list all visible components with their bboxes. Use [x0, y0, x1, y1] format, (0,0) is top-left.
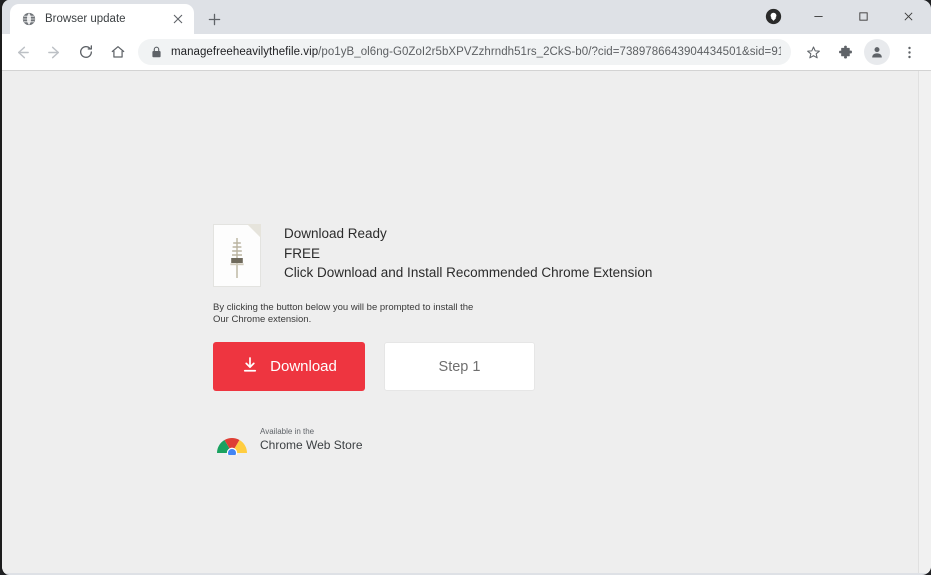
fineprint: By clicking the button below you will be… — [213, 302, 683, 325]
maximize-button[interactable] — [841, 0, 886, 32]
webstore-name-label: Chrome Web Store — [260, 437, 363, 452]
new-tab-button[interactable] — [200, 5, 228, 33]
fineprint-line-1: By clicking the button below you will be… — [213, 302, 474, 313]
url-text: managefreeheavilythefile.vip/po1yB_ol6ng… — [171, 46, 781, 58]
account-avatar-icon[interactable] — [864, 39, 890, 65]
vertical-scrollbar[interactable] — [918, 71, 931, 573]
record-icon[interactable] — [762, 5, 784, 27]
puzzle-piece-icon[interactable] — [831, 38, 859, 66]
webstore-available-label: Available in the — [260, 426, 315, 436]
globe-icon — [21, 11, 37, 27]
download-button[interactable]: Download — [213, 342, 365, 391]
button-row: Download Step 1 — [213, 342, 683, 391]
close-window-button[interactable] — [886, 0, 931, 32]
hero-text: Download Ready FREE Click Download and I… — [284, 223, 652, 283]
toolbar-actions — [797, 38, 925, 66]
step-button-label: Step 1 — [438, 358, 481, 375]
document-fold-corner — [247, 224, 261, 238]
chrome-logo-icon — [213, 423, 251, 455]
document-glyph-icon — [230, 238, 244, 278]
star-icon[interactable] — [799, 38, 827, 66]
home-icon[interactable] — [104, 38, 132, 66]
back-arrow-icon[interactable] — [8, 38, 36, 66]
download-panel: Download Ready FREE Click Download and I… — [213, 223, 683, 455]
url-host: managefreeheavilythefile.vip — [171, 46, 319, 58]
address-bar[interactable]: managefreeheavilythefile.vip/po1yB_ol6ng… — [138, 39, 791, 65]
tab-title: Browser update — [45, 13, 126, 25]
lock-icon[interactable] — [150, 45, 162, 59]
document-icon — [213, 224, 261, 287]
chrome-web-store-badge[interactable]: Available in the Chrome Web Store — [213, 423, 683, 455]
close-icon[interactable] — [170, 11, 186, 27]
hero-block: Download Ready FREE Click Download and I… — [213, 223, 683, 287]
forward-arrow-icon[interactable] — [40, 38, 68, 66]
browser-window: Browser update managefreeheavilythefile.… — [0, 0, 931, 575]
browser-toolbar: managefreeheavilythefile.vip/po1yB_ol6ng… — [2, 34, 931, 70]
fineprint-line-2: Our Chrome extension. — [213, 313, 312, 325]
download-arrow-icon — [241, 356, 259, 378]
reload-icon[interactable] — [72, 38, 100, 66]
web-page: Download Ready FREE Click Download and I… — [2, 71, 918, 573]
url-path: /po1yB_ol6ng-G0ZoI2r5bXPVZzhrndh51rs_2Ck… — [318, 46, 781, 58]
tab-strip: Browser update — [2, 0, 931, 34]
chrome-web-store-text: Available in the Chrome Web Store — [260, 426, 363, 452]
download-button-label: Download — [270, 358, 337, 375]
price-label: FREE — [284, 245, 321, 261]
page-viewport: Download Ready FREE Click Download and I… — [2, 70, 931, 573]
page-subtitle: Click Download and Install Recommended C… — [284, 265, 653, 280]
minimize-button[interactable] — [796, 0, 841, 32]
page-title: Download Ready — [284, 226, 387, 241]
step-button[interactable]: Step 1 — [384, 342, 535, 391]
three-dot-menu-icon[interactable] — [895, 38, 923, 66]
window-controls — [762, 0, 931, 32]
browser-tab[interactable]: Browser update — [10, 4, 194, 34]
